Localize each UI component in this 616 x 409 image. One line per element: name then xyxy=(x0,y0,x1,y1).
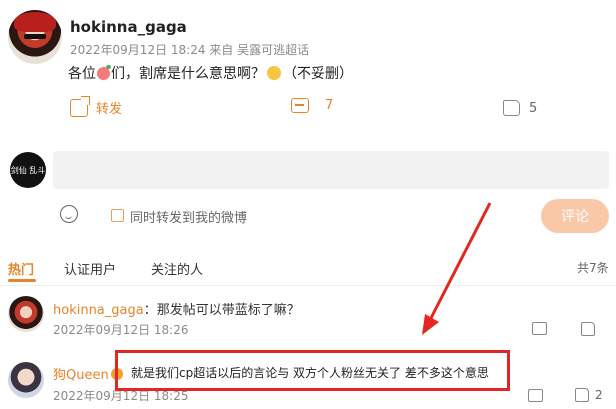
post-text-after: （不妥删） xyxy=(283,66,353,82)
repost-icon xyxy=(70,98,88,117)
annotation-arrow xyxy=(422,202,492,335)
author-username[interactable]: hokinna_gaga xyxy=(70,18,187,36)
reply-icon[interactable] xyxy=(532,322,547,335)
highlighted-comment-text: 就是我们cp超话以后的言论与 双方个人粉丝无关了 差不多这个意思 xyxy=(131,366,489,380)
comment-input[interactable] xyxy=(53,151,609,189)
tabs-divider xyxy=(0,285,616,286)
tab-hot[interactable]: 热门 xyxy=(8,259,34,278)
comment-like-icon xyxy=(575,388,589,402)
active-tab-indicator xyxy=(8,279,36,282)
comment-avatar[interactable] xyxy=(8,296,44,332)
comment-author-line: 狗Queen xyxy=(53,364,123,383)
post-text: 各位 们，割席是什么意思啊？ （不妥删） xyxy=(68,63,353,83)
post-text-before: 各位 xyxy=(68,66,96,82)
comment-text: hokinna_gaga：那发帖可以带蓝标了嘛？ xyxy=(53,299,300,318)
current-user-avatar: 剑仙 乱斗 xyxy=(10,152,46,188)
thinking-face-emoji-icon xyxy=(267,66,281,80)
author-avatar[interactable] xyxy=(8,10,62,64)
peach-emoji-icon xyxy=(97,65,111,80)
repost-label: 转发 xyxy=(96,102,123,117)
comment-author[interactable]: hokinna_gaga xyxy=(53,303,144,318)
repost-button[interactable]: 转发 xyxy=(70,98,122,117)
thumbs-up-icon xyxy=(503,100,520,116)
comment-count: 7 xyxy=(325,98,334,113)
sync-repost-checkbox[interactable] xyxy=(111,209,124,222)
comment-avatar[interactable] xyxy=(8,362,44,398)
comment-like-icon[interactable] xyxy=(581,322,595,336)
tab-verified-users[interactable]: 认证用户 xyxy=(64,259,116,278)
sync-repost-label: 同时转发到我的微博 xyxy=(130,211,248,226)
comment-author[interactable]: 狗Queen xyxy=(53,368,109,383)
like-count: 5 xyxy=(529,100,538,116)
submit-comment-button[interactable]: 评论 xyxy=(541,199,609,233)
tab-following[interactable]: 关注的人 xyxy=(151,259,203,278)
avatar-hair xyxy=(14,12,56,32)
comment-body: ：那发帖可以带蓝标了嘛？ xyxy=(143,303,300,318)
reply-icon[interactable] xyxy=(528,389,543,402)
comment-total: 共7条 xyxy=(577,261,609,275)
comment-button[interactable]: 7 xyxy=(291,98,333,113)
post-text-middle: 们，割席是什么意思啊？ xyxy=(111,66,265,82)
emoji-picker-icon[interactable] xyxy=(60,205,78,223)
avatar-glasses xyxy=(24,34,46,39)
comment-bubble-icon xyxy=(291,98,309,113)
comment-time: 2022年09月12日 18:26 xyxy=(53,323,189,337)
comment-like-button[interactable]: 2 xyxy=(575,388,603,402)
like-button[interactable]: 5 xyxy=(503,100,537,116)
post-meta: 2022年09月12日 18:24 来自 吴露可逃超话 xyxy=(70,43,310,57)
comment-like-count: 2 xyxy=(595,388,603,402)
